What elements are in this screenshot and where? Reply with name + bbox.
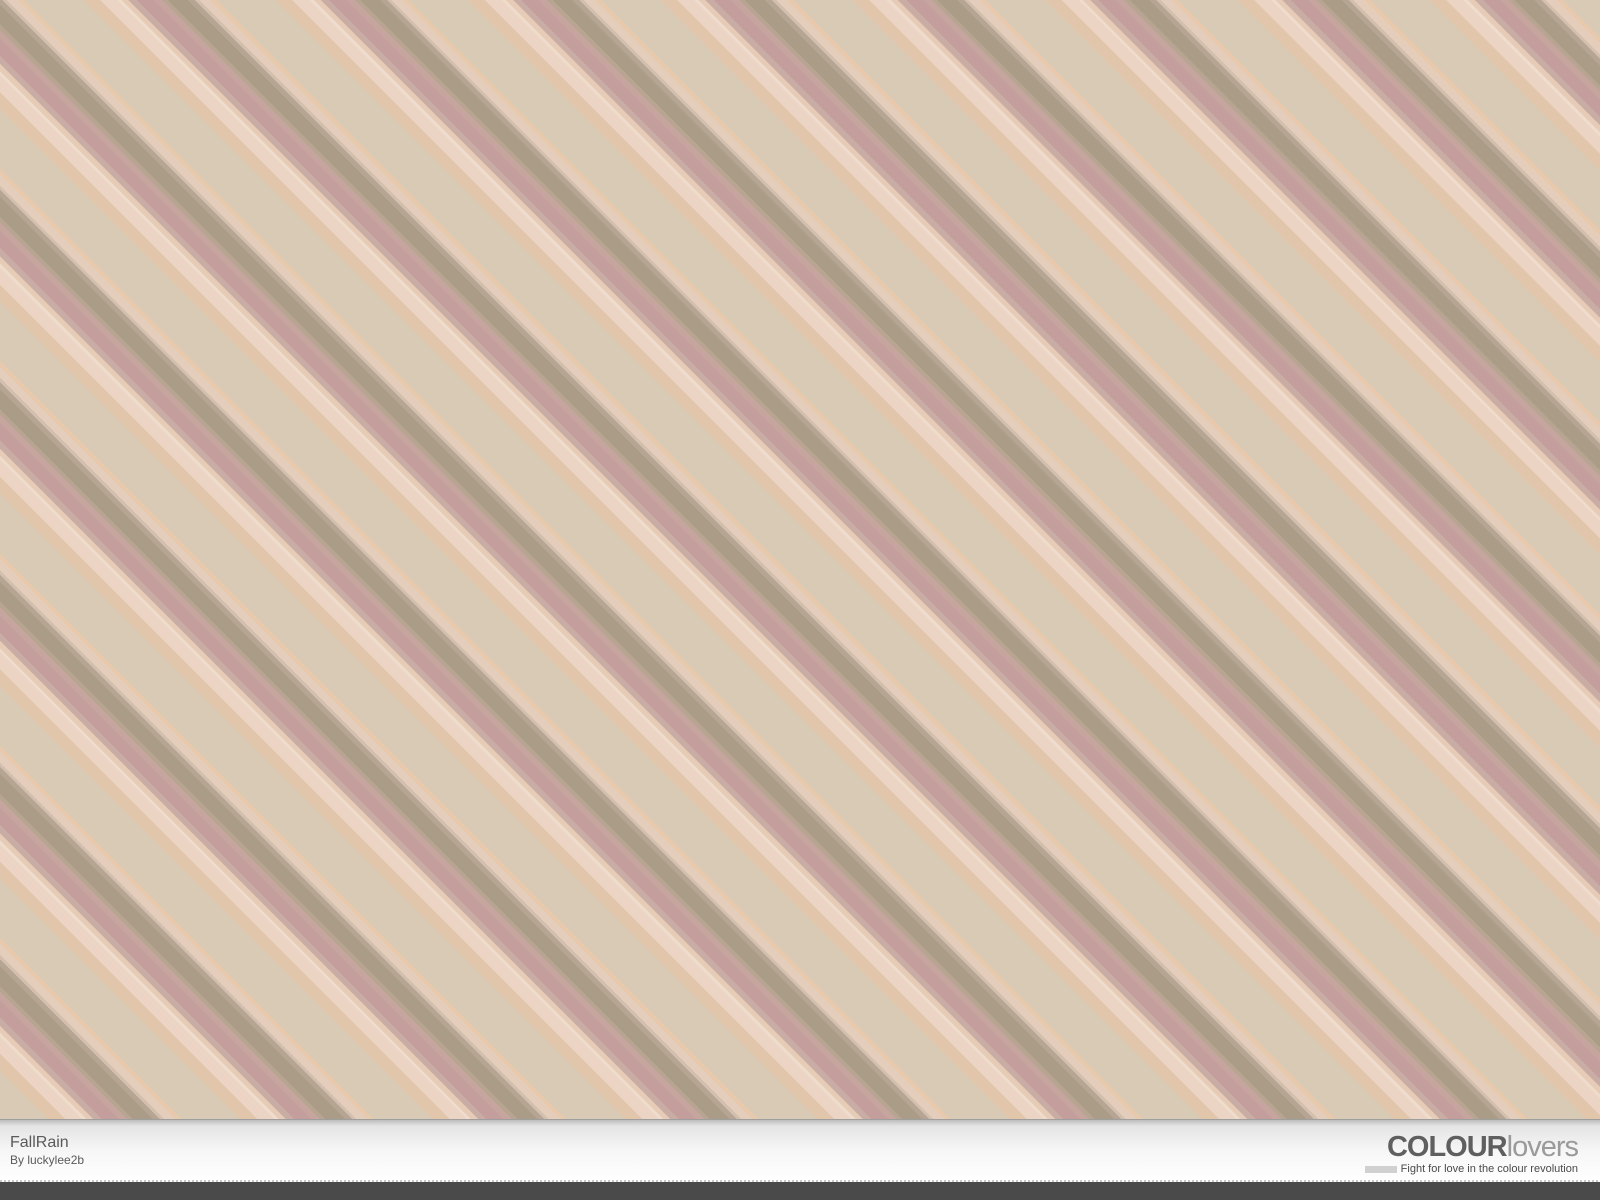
- dotted-rule-icon: [1364, 1165, 1397, 1173]
- pattern-preview: [0, 0, 1600, 1119]
- logo-wordmark: COLOURlovers: [1386, 1131, 1579, 1163]
- logo-light-text: lovers: [1506, 1131, 1579, 1163]
- logo-tagline-row: Fight for love in the colour revolution: [1364, 1163, 1578, 1175]
- palette-title: FallRain: [10, 1134, 69, 1151]
- bottom-bar: [0, 1182, 1600, 1200]
- logo-strong-text: COLOUR: [1386, 1131, 1508, 1163]
- logo-tagline: Fight for love in the colour revolution: [1400, 1163, 1578, 1175]
- colourlovers-logo[interactable]: COLOURlovers Fight for love in the colou…: [1328, 1131, 1579, 1176]
- palette-author: By luckylee2b: [10, 1153, 85, 1167]
- footer-bar: FallRain By luckylee2b COLOURlovers Figh…: [0, 1119, 1600, 1182]
